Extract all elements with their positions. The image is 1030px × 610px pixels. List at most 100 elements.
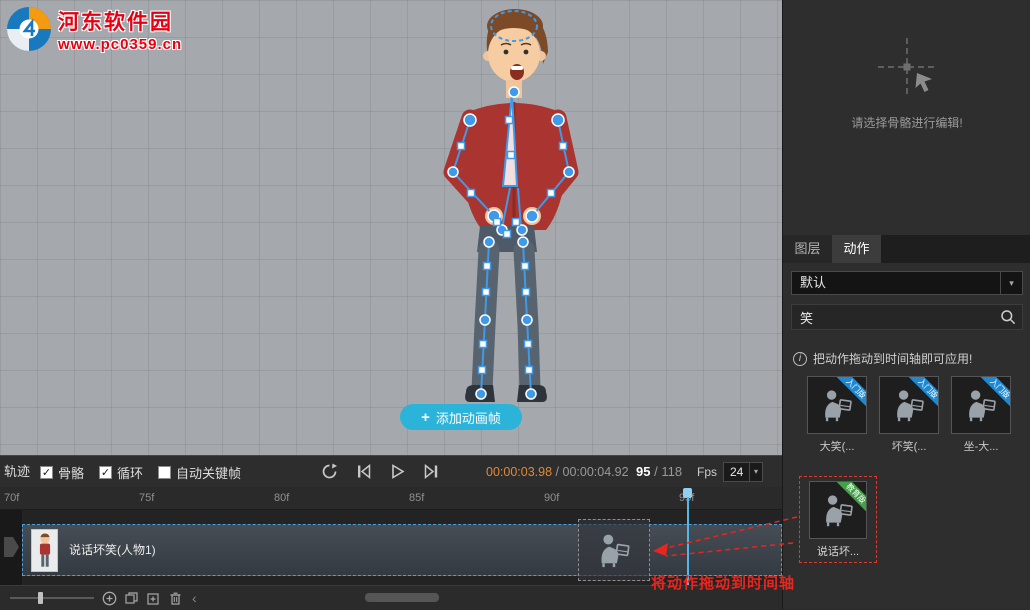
- category-value: 默认: [800, 275, 826, 290]
- action-label: 大笑(...: [807, 438, 867, 454]
- horizontal-scrollbar-thumb[interactable]: [365, 593, 439, 602]
- checkbox-box[interactable]: [158, 466, 171, 479]
- fps-dropdown[interactable]: 24 ▾: [723, 462, 763, 482]
- frame-current: 95: [636, 464, 650, 479]
- ruler-tick: 70f: [4, 492, 19, 504]
- hint-text: 请选择骨骼进行编辑!: [783, 114, 1030, 131]
- step-back-button[interactable]: [354, 463, 372, 481]
- action-label: 坏笑(...: [879, 438, 939, 454]
- timeline-tracks[interactable]: 说话坏笑(人物1): [0, 510, 782, 585]
- add-animation-frame-button[interactable]: + 添加动画帧: [400, 404, 522, 430]
- delete-frame-button[interactable]: [168, 591, 183, 606]
- track-button[interactable]: 轨迹: [4, 456, 30, 488]
- person-reading-icon: [891, 387, 927, 423]
- checkbox-loop[interactable]: ✓ 循环: [99, 456, 143, 488]
- character-thumb-icon: [33, 531, 57, 571]
- play-button[interactable]: [388, 463, 406, 481]
- duplicate-frame-button[interactable]: [124, 591, 139, 606]
- scroll-left-icon[interactable]: ‹: [192, 586, 197, 610]
- add-frame-button-small[interactable]: [146, 591, 161, 606]
- chevron-down-icon[interactable]: ▾: [749, 463, 762, 481]
- time-total: 00:00:04.92: [563, 465, 629, 479]
- step-forward-icon: [423, 463, 440, 480]
- ruler-tick: 90f: [544, 492, 559, 504]
- character-figure[interactable]: [0, 0, 782, 455]
- frame-counter: 95 / 118: [636, 456, 682, 488]
- ruler-tick: 80f: [274, 492, 289, 504]
- drag-tip: i 把动作拖动到时间轴即可应用!: [793, 350, 972, 367]
- timeline-ruler[interactable]: 70f 75f 80f 85f 90f 95f: [0, 487, 782, 510]
- bone-edit-hint: 请选择骨骼进行编辑!: [783, 0, 1030, 235]
- action-thumbnail[interactable]: 入门版: [951, 376, 1011, 434]
- person-reading-icon: [819, 387, 855, 423]
- chevron-down-icon[interactable]: ▾: [1000, 272, 1022, 294]
- time-display: 00:00:03.98 / 00:00:04.92: [486, 456, 629, 488]
- action-item-smirk[interactable]: 入门版 坏笑(...: [879, 376, 939, 454]
- checkbox-label: 循环: [117, 463, 143, 482]
- right-panel: 请选择骨骼进行编辑! 图层 动作 默认 ▾ i 把动作拖动到时间轴即可应用!: [782, 0, 1030, 609]
- timeline-toolbar: 轨迹 ✓ 骨骼 ✓ 循环 自动关键帧: [0, 455, 782, 487]
- step-back-icon: [355, 463, 372, 480]
- track-handle-icon[interactable]: [0, 510, 22, 585]
- plus-circle-icon: [102, 591, 117, 606]
- plus-icon: +: [421, 409, 430, 426]
- track-thumbnail: [31, 529, 58, 572]
- fps-value: 24: [730, 465, 743, 479]
- action-label: 坐-大...: [951, 438, 1011, 454]
- stage-canvas[interactable]: 河东软件园 www.pc0359.cn: [0, 0, 782, 455]
- timeline-track-item[interactable]: 说话坏笑(人物1): [22, 524, 782, 576]
- action-item-talk-smirk-selected[interactable]: 教育版 说话坏...: [799, 476, 877, 563]
- checkbox-box[interactable]: ✓: [99, 466, 112, 479]
- person-reading-icon: [820, 492, 856, 528]
- action-item-sit-laugh[interactable]: 入门版 坐-大...: [951, 376, 1011, 454]
- search-icon[interactable]: [1000, 309, 1016, 325]
- checkbox-bones[interactable]: ✓ 骨骼: [40, 456, 84, 488]
- checkbox-box[interactable]: ✓: [40, 466, 53, 479]
- action-thumbnail[interactable]: 入门版: [807, 376, 867, 434]
- action-thumbnail[interactable]: 入门版: [879, 376, 939, 434]
- person-reading-icon: [595, 531, 633, 569]
- tab-layers[interactable]: 图层: [783, 235, 832, 263]
- playhead-line: [687, 497, 689, 585]
- category-dropdown[interactable]: 默认 ▾: [791, 271, 1023, 295]
- app-window: 河东软件园 www.pc0359.cn: [0, 0, 1030, 609]
- action-thumbnail[interactable]: 教育版: [809, 481, 867, 539]
- ruler-tick: 75f: [139, 492, 154, 504]
- dragged-action-ghost[interactable]: [578, 519, 650, 581]
- track-label: 说话坏笑(人物1): [69, 525, 156, 575]
- checkbox-label: 自动关键帧: [176, 463, 241, 482]
- time-separator: /: [556, 465, 559, 479]
- zoom-slider[interactable]: [10, 597, 94, 599]
- frames-icon: [124, 591, 139, 606]
- step-forward-button[interactable]: [422, 463, 440, 481]
- zoom-slider-knob[interactable]: [38, 592, 43, 604]
- action-label: 说话坏...: [808, 543, 868, 559]
- left-column: 河东软件园 www.pc0359.cn: [0, 0, 782, 609]
- play-icon: [389, 463, 406, 480]
- search-input[interactable]: [792, 310, 1000, 325]
- playhead[interactable]: [683, 488, 692, 585]
- character-art: [452, 9, 570, 402]
- loop-playback-button[interactable]: [320, 463, 338, 481]
- action-search[interactable]: [791, 304, 1023, 330]
- time-current: 00:00:03.98: [486, 465, 552, 479]
- checkbox-label: 骨骼: [58, 463, 84, 482]
- frame-total: / 118: [654, 464, 682, 479]
- panel-tabs: 图层 动作: [783, 235, 1030, 263]
- trash-icon: [168, 591, 183, 606]
- ruler-tick: 85f: [409, 492, 424, 504]
- checkbox-auto-keyframe[interactable]: 自动关键帧: [158, 456, 241, 488]
- track-side-strip: [0, 510, 22, 585]
- frame-plus-icon: [146, 591, 161, 606]
- add-frame-label: 添加动画帧: [436, 408, 501, 427]
- fps-label: Fps: [697, 456, 717, 488]
- zoom-in-button[interactable]: [102, 591, 117, 606]
- loop-icon: [321, 463, 338, 480]
- person-reading-icon: [963, 387, 999, 423]
- timeline-bottom-bar: ‹: [0, 585, 782, 609]
- action-item-laugh[interactable]: 入门版 大笑(...: [807, 376, 867, 454]
- tip-text: 把动作拖动到时间轴即可应用!: [813, 350, 972, 367]
- tab-actions[interactable]: 动作: [832, 235, 881, 263]
- crosshair-icon: [872, 32, 942, 102]
- info-icon: i: [793, 352, 807, 366]
